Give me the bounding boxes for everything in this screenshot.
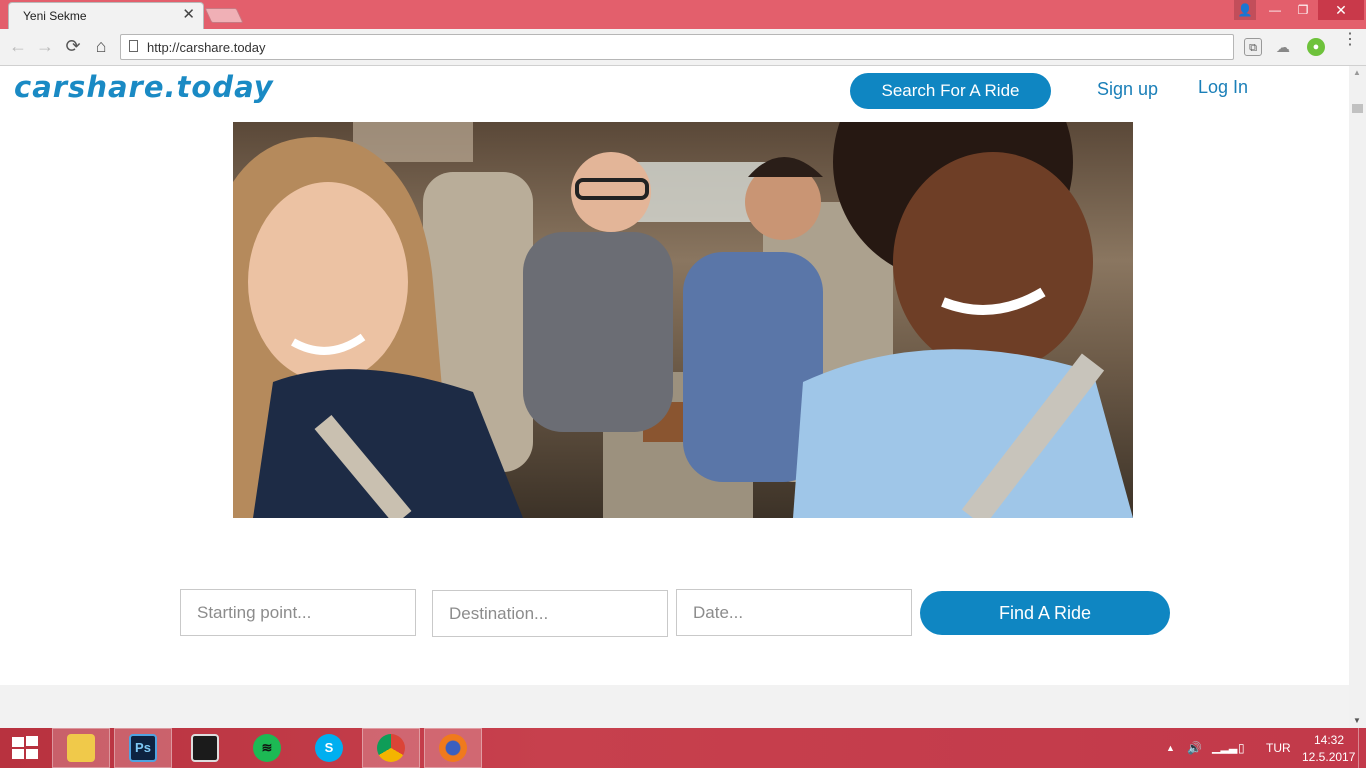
minimize-button[interactable]: —: [1262, 0, 1288, 20]
page-icon: [129, 40, 138, 52]
address-bar[interactable]: http://carshare.today: [120, 34, 1234, 60]
spotify-icon: ≋: [253, 734, 281, 762]
forward-arrow-icon[interactable]: →: [34, 35, 56, 57]
language-indicator[interactable]: TUR: [1266, 728, 1291, 768]
page-footer-strip: [0, 685, 1349, 728]
browser-title-bar: Yeni Sekme ✕ 👤 — ❐ ✕: [0, 0, 1366, 29]
windows-start-icon[interactable]: [12, 736, 38, 759]
taskbar-photoshop[interactable]: Ps: [114, 728, 172, 768]
translate-extension-icon[interactable]: ⧉: [1244, 38, 1262, 56]
scroll-up-icon[interactable]: ▲: [1353, 68, 1361, 77]
browser-toolbar: ← → ⟳ ⌂ http://carshare.today ⧉ ☁ ● ⋮: [0, 29, 1366, 66]
new-tab-button[interactable]: [204, 8, 244, 23]
maximize-button[interactable]: ❐: [1290, 0, 1316, 20]
close-window-button[interactable]: ✕: [1318, 0, 1364, 20]
tab-title: Yeni Sekme: [23, 9, 87, 23]
log-in-link[interactable]: Log In: [1198, 77, 1248, 98]
video-editor-icon: [191, 734, 219, 762]
clock-time[interactable]: 14:32: [1314, 733, 1344, 747]
address-url[interactable]: http://carshare.today: [147, 40, 266, 55]
show-desktop-button[interactable]: [1358, 728, 1366, 768]
vertical-scrollbar[interactable]: ▲ ▼: [1349, 66, 1366, 728]
taskbar-chrome[interactable]: [362, 728, 420, 768]
hero-photo-illustration: [233, 122, 1133, 518]
green-extension-icon[interactable]: ●: [1307, 38, 1325, 56]
destination-input[interactable]: [432, 590, 668, 637]
taskbar-video-editor[interactable]: [176, 728, 234, 768]
taskbar-firefox[interactable]: [424, 728, 482, 768]
user-profile-icon[interactable]: 👤: [1234, 0, 1256, 20]
photoshop-icon: Ps: [129, 734, 157, 762]
sign-up-link[interactable]: Sign up: [1097, 79, 1158, 100]
home-icon[interactable]: ⌂: [90, 35, 112, 57]
reload-icon[interactable]: ⟳: [62, 35, 84, 57]
cloud-extension-icon[interactable]: ☁: [1274, 38, 1292, 56]
firefox-icon: [439, 734, 467, 762]
scrollbar-thumb[interactable]: [1352, 104, 1363, 113]
date-input[interactable]: [676, 589, 912, 636]
clock-date[interactable]: 12.5.2017: [1302, 750, 1355, 764]
taskbar-spotify[interactable]: ≋: [238, 728, 296, 768]
tray-expand-icon[interactable]: ▲: [1166, 728, 1175, 768]
chrome-icon: [377, 734, 405, 762]
back-arrow-icon[interactable]: ←: [7, 35, 29, 57]
tab-close-icon[interactable]: ✕: [182, 7, 195, 23]
windows-taskbar: Ps ≋ S ▲ 🔊 ▁▂▃ ▯ TUR 14:32 12.5.2017: [0, 728, 1366, 768]
scroll-down-icon[interactable]: ▼: [1353, 716, 1361, 725]
taskbar-skype[interactable]: S: [300, 728, 358, 768]
search-ride-button[interactable]: Search For A Ride: [850, 73, 1051, 109]
volume-icon[interactable]: 🔊: [1187, 728, 1202, 768]
starting-point-input[interactable]: [180, 589, 416, 636]
taskbar-file-explorer[interactable]: [52, 728, 110, 768]
battery-icon[interactable]: ▯: [1238, 728, 1245, 768]
page-viewport: carshare.today Search For A Ride Sign up…: [0, 66, 1349, 728]
site-logo[interactable]: carshare.today: [14, 70, 274, 104]
network-signal-icon[interactable]: ▁▂▃: [1212, 728, 1237, 768]
browser-tab[interactable]: Yeni Sekme ✕: [8, 2, 204, 29]
hero-image: [233, 122, 1133, 518]
skype-icon: S: [315, 734, 343, 762]
find-ride-button[interactable]: Find A Ride: [920, 591, 1170, 635]
browser-menu-icon[interactable]: ⋮: [1342, 32, 1358, 48]
file-explorer-icon: [67, 734, 95, 762]
